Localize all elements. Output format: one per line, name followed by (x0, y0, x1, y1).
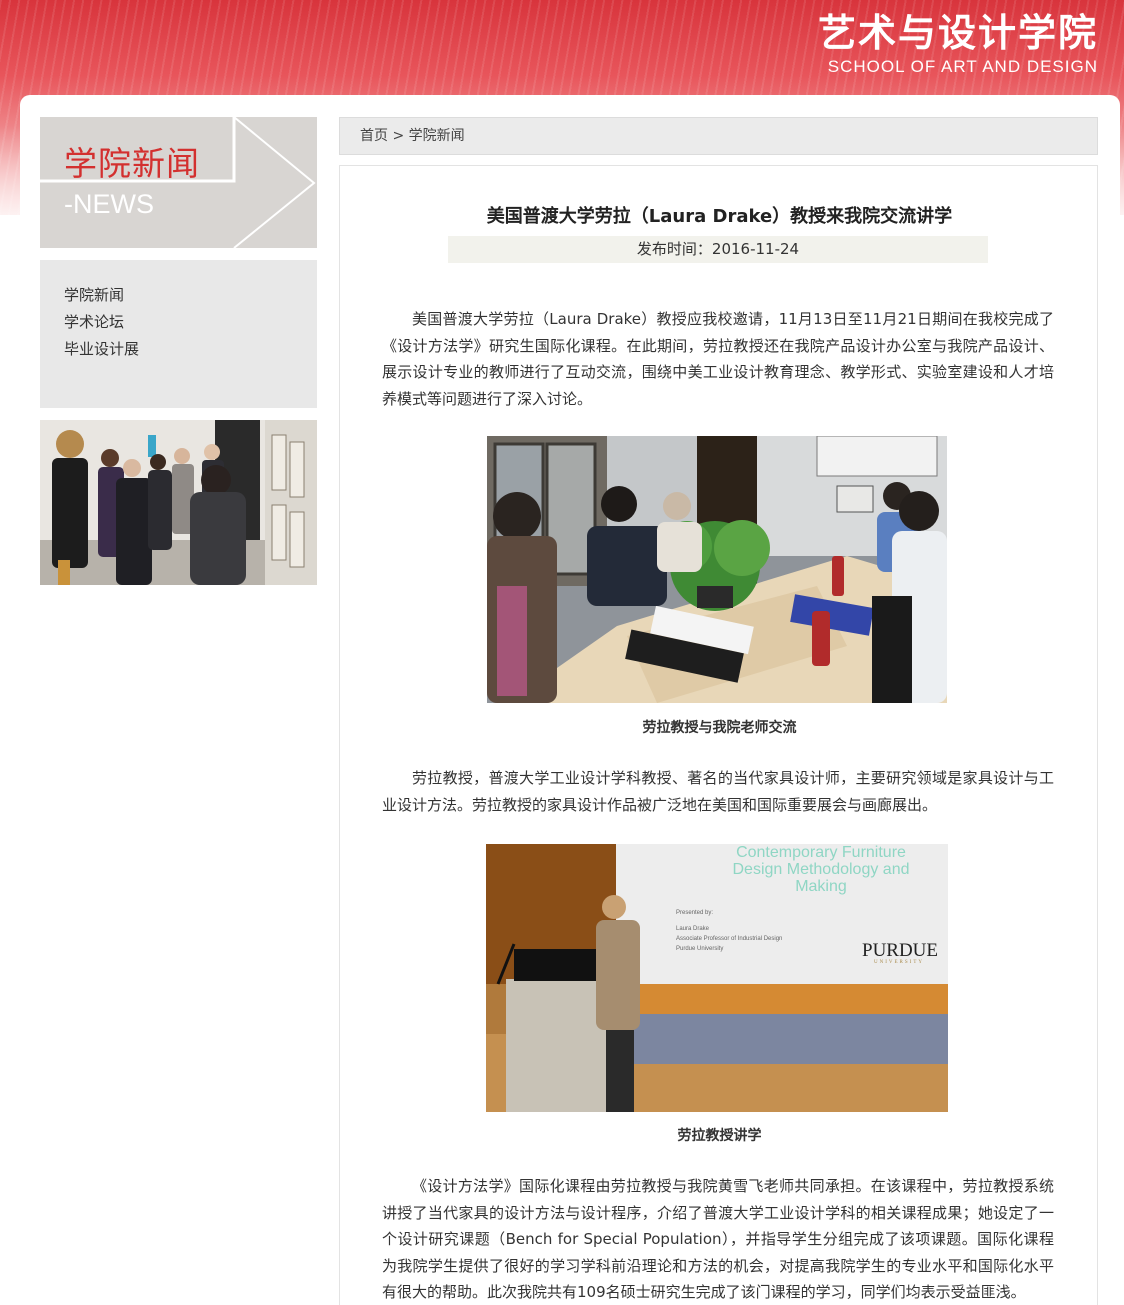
publish-date: 发布时间：2016-11-24 (448, 236, 988, 263)
slide-role: Associate Professor of Industrial Design (676, 936, 783, 942)
slide-presented-by: Presented by: (676, 910, 714, 916)
breadcrumb-separator: > (392, 128, 405, 144)
photo-caption-1: 劳拉教授与我院老师交流 (642, 720, 797, 736)
slide-title-line3: Making (795, 878, 847, 895)
sidebar-item-news[interactable]: 学院新闻 (64, 282, 317, 309)
purdue-logo-text: PURDUE (862, 940, 939, 961)
slide-title-line2: Design Methodology and (732, 861, 910, 878)
article: 美国普渡大学劳拉（Laura Drake）教授来我院交流讲学 发布时间：2016… (339, 165, 1098, 1305)
sidebar-menu: 学院新闻 学术论坛 毕业设计展 (40, 260, 317, 408)
sidebar-item-forum[interactable]: 学术论坛 (64, 309, 317, 336)
slide-presenter: Laura Drake (676, 926, 710, 932)
sidebar-title: 学院新闻 -NEWS (40, 117, 317, 248)
school-logo[interactable]: 艺术与设计学院 SCHOOL OF ART AND DESIGN (818, 10, 1098, 78)
sidebar-title-cn: 学院新闻 (64, 144, 200, 183)
purdue-logo: PURDUE UNIVERSITY (862, 940, 948, 965)
breadcrumb-home-link[interactable]: 首页 (360, 128, 388, 144)
article-paragraph-3: 《设计方法学》国际化课程由劳拉教授与我院黄雪飞老师共同承担。在该课程中，劳拉教授… (382, 1177, 1054, 1301)
article-paragraph-1: 美国普渡大学劳拉（Laura Drake）教授应我校邀请，11月13日至11月2… (382, 310, 1054, 408)
lecture-photo: Contemporary Furniture Design Methodolog… (486, 844, 948, 1112)
article-title: 美国普渡大学劳拉（Laura Drake）教授来我院交流讲学 (486, 206, 953, 227)
sidebar-item-graduation-exhibition[interactable]: 毕业设计展 (64, 336, 317, 363)
school-name-cn: 艺术与设计学院 (817, 11, 1098, 55)
sidebar-title-en: -NEWS (64, 189, 154, 219)
sidebar-photo (40, 420, 317, 585)
photo-caption-2: 劳拉教授讲学 (677, 1128, 762, 1144)
breadcrumb: 首页 > 学院新闻 (339, 117, 1098, 155)
slide-title-line1: Contemporary Furniture (736, 844, 906, 861)
slide-org: Purdue University (676, 946, 724, 952)
article-paragraph-2: 劳拉教授，普渡大学工业设计学科教授、著名的当代家具设计师，主要研究领域是家具设计… (382, 769, 1054, 814)
school-name-en: SCHOOL OF ART AND DESIGN (827, 57, 1098, 76)
meeting-photo (487, 436, 947, 703)
breadcrumb-current-link[interactable]: 学院新闻 (409, 128, 465, 144)
